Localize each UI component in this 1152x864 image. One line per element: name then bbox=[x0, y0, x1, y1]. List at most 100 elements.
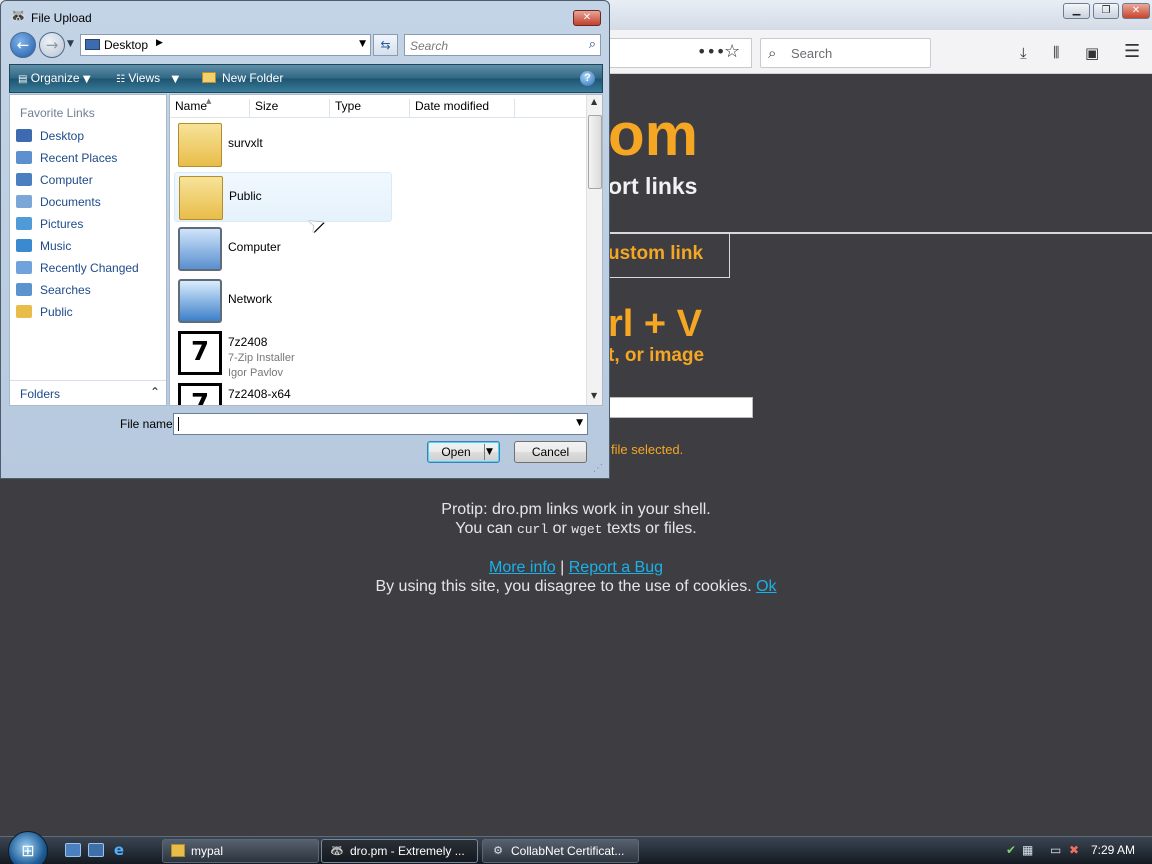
pictures-icon bbox=[16, 217, 32, 230]
favorite-link-documents[interactable]: Documents bbox=[16, 192, 101, 212]
open-dropdown-icon[interactable]: ▼ bbox=[486, 442, 493, 462]
chevron-down-icon: ▼ bbox=[82, 74, 91, 85]
favorite-link-music[interactable]: Music bbox=[16, 236, 71, 256]
column-size[interactable]: Size bbox=[250, 99, 330, 117]
computer-icon bbox=[16, 173, 32, 186]
start-button[interactable]: ⊞ bbox=[8, 831, 48, 864]
file-item-survxlt[interactable]: survxlt bbox=[174, 120, 392, 170]
switch-windows-icon[interactable] bbox=[88, 843, 104, 857]
favorite-link-label: Music bbox=[40, 239, 72, 253]
favorite-link-recently-changed[interactable]: Recently Changed bbox=[16, 258, 139, 278]
file-name-dropdown-icon[interactable]: ▼ bbox=[576, 418, 583, 428]
favorite-link-computer[interactable]: Computer bbox=[16, 170, 93, 190]
dialog-close-button[interactable]: ✕ bbox=[573, 10, 601, 26]
system-tray: ✔ ▦ ▭ ✖ 7:29 AM bbox=[998, 839, 1152, 863]
column-name[interactable]: Name ▲ bbox=[170, 97, 250, 117]
maximize-button[interactable]: ❐ bbox=[1093, 3, 1119, 19]
new-folder-button[interactable]: New Folder bbox=[202, 71, 283, 85]
page-actions-icon[interactable]: ••• bbox=[697, 42, 725, 62]
more-info-link[interactable]: More info bbox=[489, 559, 556, 576]
vertical-scrollbar[interactable]: ▲ ▼ bbox=[586, 95, 602, 405]
library-icon[interactable]: ⫼ bbox=[1053, 43, 1059, 63]
volume-muted-icon[interactable]: ✖ bbox=[1069, 843, 1079, 857]
network-tray-icon[interactable]: ▦ bbox=[1022, 843, 1033, 857]
recent-places-icon bbox=[16, 151, 32, 164]
favorite-link-pictures[interactable]: Pictures bbox=[16, 214, 83, 234]
favorite-link-recent-places[interactable]: Recent Places bbox=[16, 148, 117, 168]
favorite-link-label: Desktop bbox=[40, 129, 85, 143]
back-button[interactable]: ← bbox=[10, 32, 36, 58]
paste-input[interactable] bbox=[608, 397, 753, 418]
taskbar-item-label: CollabNet Certificat... bbox=[511, 844, 625, 858]
close-button[interactable]: ✕ bbox=[1122, 3, 1150, 19]
file-item-7z2408[interactable]: 7 7z2408 7-Zip Installer Igor Pavlov bbox=[174, 328, 392, 379]
hamburger-menu-icon[interactable]: ☰ bbox=[1124, 42, 1140, 62]
column-type[interactable]: Type bbox=[330, 99, 410, 117]
security-shield-icon[interactable]: ✔ bbox=[1006, 843, 1016, 857]
taskbar-item-mypal[interactable]: mypal bbox=[162, 839, 319, 863]
certificate-icon: ⚙ bbox=[493, 844, 503, 857]
open-button[interactable]: Open ▼ bbox=[427, 441, 500, 463]
address-dropdown-icon[interactable]: ▼ bbox=[359, 39, 366, 49]
folders-toggle[interactable]: Folders ⌃ bbox=[10, 380, 166, 406]
file-name: Network bbox=[228, 292, 273, 306]
scroll-thumb[interactable] bbox=[588, 115, 602, 189]
search-icon[interactable]: ⌕ bbox=[589, 37, 596, 52]
7zip-icon: 7 bbox=[178, 331, 222, 375]
footer-links: More info | Report a Bug bbox=[0, 559, 1152, 577]
show-desktop-icon[interactable] bbox=[65, 843, 81, 857]
help-icon[interactable]: ? bbox=[580, 71, 595, 86]
favorite-link-label: Recently Changed bbox=[40, 261, 139, 275]
folders-label: Folders bbox=[20, 387, 61, 401]
address-crumb-desktop[interactable]: Desktop bbox=[104, 38, 148, 52]
favorite-links-header: Favorite Links bbox=[20, 106, 95, 120]
views-icon: ☷ bbox=[116, 74, 125, 85]
breadcrumb-arrow-icon[interactable]: ▶ bbox=[156, 38, 163, 48]
history-dropdown-icon[interactable]: ▼ bbox=[67, 39, 74, 49]
taskbar-item-collabnet[interactable]: ⚙ CollabNet Certificat... bbox=[482, 839, 639, 863]
forward-button[interactable]: → bbox=[39, 32, 65, 58]
minimize-button[interactable]: ▁ bbox=[1063, 3, 1090, 19]
cancel-button[interactable]: Cancel bbox=[514, 441, 587, 463]
file-name: survxlt bbox=[228, 136, 263, 150]
cookie-ok-link[interactable]: Ok bbox=[756, 578, 776, 595]
file-name-input[interactable]: ▼ bbox=[173, 413, 588, 435]
column-date-modified[interactable]: Date modified bbox=[410, 99, 515, 117]
column-header: Name ▲ Size Type Date modified bbox=[170, 95, 586, 118]
views-button[interactable]: ☷ Views ▼ bbox=[116, 71, 179, 85]
scroll-up-icon[interactable]: ▲ bbox=[591, 97, 597, 106]
internet-explorer-icon[interactable]: e bbox=[111, 843, 127, 858]
file-upload-dialog: 🦝 File Upload ✕ ← → ▼ Desktop ▶ ▼ ⇆ Sear… bbox=[0, 0, 610, 479]
report-bug-link[interactable]: Report a Bug bbox=[569, 559, 663, 576]
favorite-link-label: Public bbox=[40, 305, 73, 319]
favorite-link-desktop[interactable]: Desktop bbox=[16, 126, 84, 146]
clock[interactable]: 7:29 AM bbox=[1091, 843, 1135, 857]
address-bar[interactable]: Desktop ▶ ▼ bbox=[80, 34, 371, 56]
taskbar-item-dropm[interactable]: 🦝 dro.pm - Extremely ... bbox=[321, 839, 478, 863]
favorite-link-searches[interactable]: Searches bbox=[16, 280, 91, 300]
file-item-public[interactable]: Public bbox=[174, 172, 392, 222]
file-list-pane: Name ▲ Size Type Date modified survxlt Pu… bbox=[169, 94, 603, 406]
bookmark-star-icon[interactable]: ☆ bbox=[724, 42, 740, 62]
new-folder-label: New Folder bbox=[222, 71, 284, 85]
folder-icon bbox=[178, 123, 222, 167]
resize-grip-icon[interactable]: ⋰ bbox=[593, 463, 603, 474]
file-item-network[interactable]: Network bbox=[174, 276, 392, 326]
organize-button[interactable]: ▤ Organize ▼ bbox=[18, 71, 91, 85]
windows-logo-icon: ⊞ bbox=[21, 841, 35, 860]
display-icon[interactable]: ▭ bbox=[1050, 843, 1061, 857]
refresh-button[interactable]: ⇆ bbox=[373, 34, 398, 56]
scroll-down-icon[interactable]: ▼ bbox=[591, 391, 597, 400]
file-item-7z2408-x64[interactable]: 7 7z2408-x64 7-Zip Installer bbox=[174, 380, 392, 405]
custom-link-label[interactable]: ustom link bbox=[608, 243, 703, 265]
column-name-label: Name bbox=[175, 99, 208, 113]
public-icon bbox=[16, 305, 32, 318]
browser-search-box[interactable]: ⌕ Search bbox=[760, 38, 931, 68]
favorite-link-public[interactable]: Public bbox=[16, 302, 73, 322]
search-icon: ⌕ bbox=[768, 44, 777, 62]
dialog-search-box[interactable]: Search ⌕ bbox=[404, 34, 601, 56]
file-selected-status: file selected. bbox=[611, 442, 684, 457]
file-item-computer[interactable]: Computer bbox=[174, 224, 392, 274]
sidebar-toggle-icon[interactable]: ▣ bbox=[1085, 43, 1099, 63]
download-icon[interactable]: ⤓ bbox=[1020, 43, 1027, 63]
